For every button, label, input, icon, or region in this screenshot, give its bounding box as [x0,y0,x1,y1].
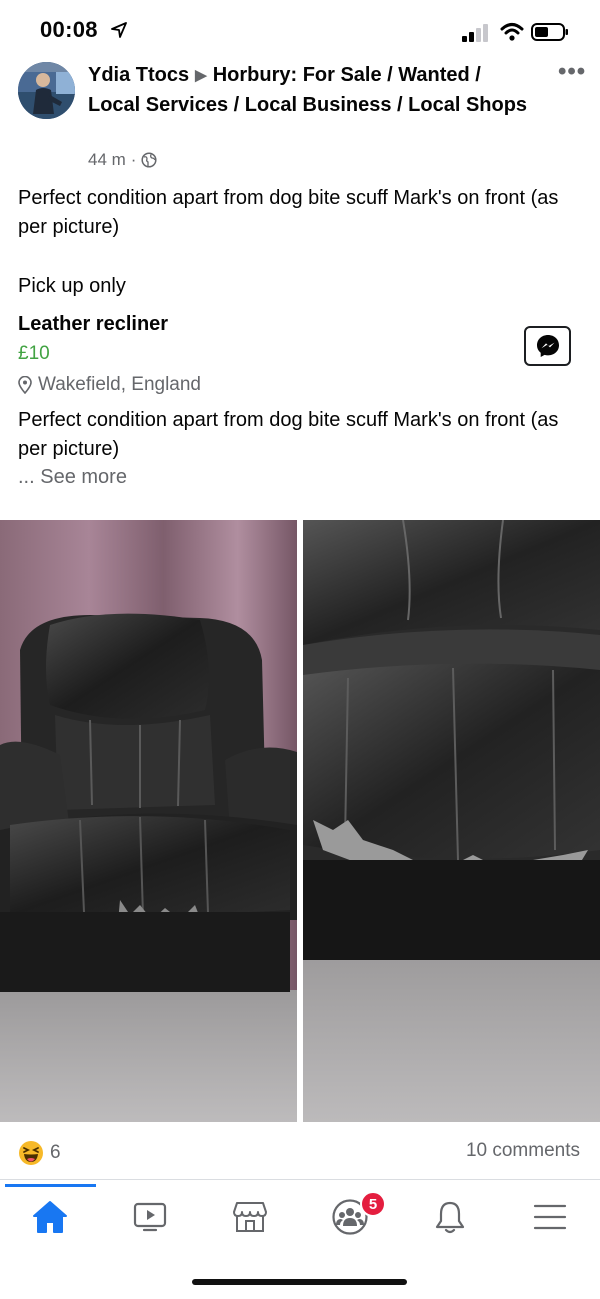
nav-notifications[interactable] [428,1195,472,1239]
listing-photos [0,520,600,1122]
meta-separator: · [130,150,137,169]
listing-title[interactable]: Leather recliner [18,313,168,336]
author-name[interactable]: Ydia Ttocs [88,64,189,86]
reaction-count: 6 [50,1142,61,1163]
location-arrow-icon [111,22,127,38]
haha-icon [19,1141,43,1165]
nav-watch[interactable] [128,1195,172,1239]
notifications-icon [435,1201,465,1234]
post-meta: 44 m · [88,150,158,170]
groups-badge: 5 [360,1191,386,1217]
listing-location: Wakefield, England [18,374,201,396]
triangle-right-icon: ▶ [195,67,207,84]
location-pin-icon [18,376,32,394]
message-seller-button[interactable] [524,326,571,366]
status-time: 00:08 [40,17,98,42]
status-bar: 00:08 [0,0,600,62]
active-tab-indicator [5,1184,96,1187]
listing-description: Perfect condition apart from dog bite sc… [18,409,559,460]
home-icon [33,1201,67,1233]
signal-icon [462,24,488,42]
battery-icon [531,23,568,41]
reactions-summary[interactable]: 6 [18,1140,61,1166]
menu-icon [533,1204,567,1230]
recliner-photo-2[interactable] [303,520,600,1122]
home-indicator [192,1279,407,1285]
comments-count[interactable]: 10 comments [466,1140,580,1162]
post-time[interactable]: 44 m [88,150,126,170]
wifi-icon [500,23,524,41]
avatar[interactable] [18,62,75,119]
globe-icon [141,152,158,168]
divider [0,1179,600,1180]
nav-menu[interactable] [528,1195,572,1239]
nav-marketplace[interactable] [228,1195,272,1239]
post-body: Perfect condition apart from dog bite sc… [18,187,559,238]
see-more-link[interactable]: ... See more [18,466,127,489]
more-options-icon[interactable]: ••• [558,58,586,86]
watch-icon [133,1202,167,1232]
location-text: Wakefield, England [38,374,202,395]
listing-price: £10 [18,343,50,364]
post-header: Ydia Ttocs ▶ Horbury: For Sale / Wanted / … [88,61,538,120]
marketplace-icon [233,1202,267,1232]
nav-home[interactable] [28,1195,72,1239]
recliner-photo-1[interactable] [0,520,297,1122]
messenger-icon [536,335,559,357]
post-pickup-note: Pick up only [18,275,126,297]
